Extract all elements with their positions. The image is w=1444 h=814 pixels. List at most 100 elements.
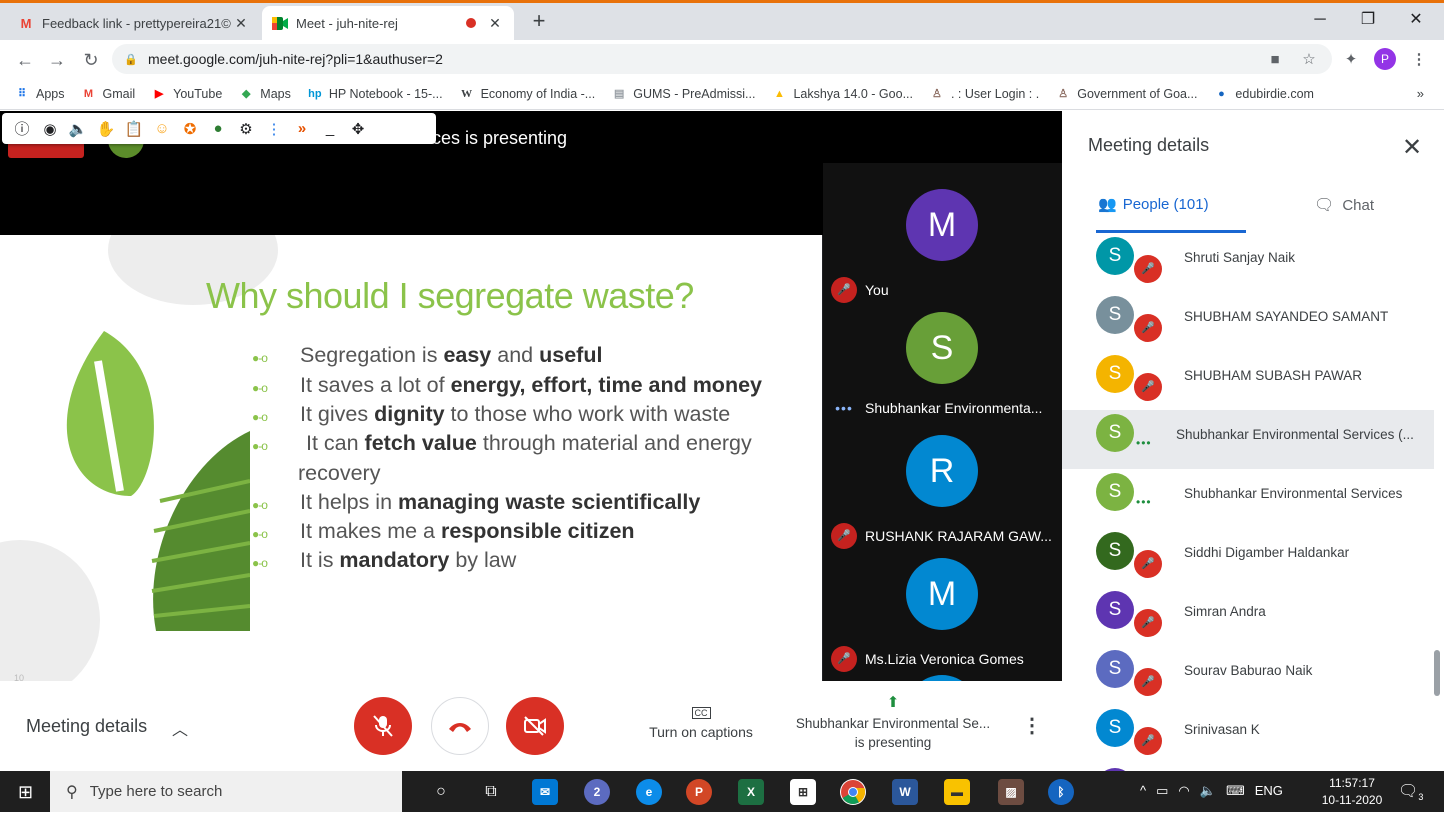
excel-icon[interactable]: X bbox=[738, 779, 764, 805]
present-button[interactable]: ⬆ Shubhankar Environmental Se... is pres… bbox=[782, 693, 1004, 752]
participant-row[interactable]: S ••• Shubhankar Environmental Services (.… bbox=[1062, 410, 1434, 469]
participant-row[interactable]: S ••• Shubhankar Environmental Services bbox=[1062, 469, 1434, 528]
close-tab-icon[interactable]: ✕ bbox=[232, 15, 250, 32]
emoji-icon[interactable]: ☺ bbox=[148, 120, 176, 137]
bookmark-maps[interactable]: ◆ Maps bbox=[238, 86, 291, 102]
bullet-text: It gives bbox=[300, 402, 375, 426]
close-window-button[interactable]: ✕ bbox=[1396, 8, 1436, 32]
clipboard-icon[interactable]: 📋 bbox=[120, 120, 148, 138]
more-vert-icon[interactable]: ⋮ bbox=[260, 120, 288, 138]
edge-icon[interactable]: e bbox=[636, 779, 662, 805]
mic-toggle-button[interactable] bbox=[354, 697, 412, 755]
tab-chat[interactable]: 🗨 Chat bbox=[1314, 195, 1374, 215]
chat-bubble-icon[interactable]: ● bbox=[204, 120, 232, 137]
keyboard-icon[interactable]: ⌨ bbox=[1226, 783, 1245, 799]
gear-icon[interactable]: ⚙ bbox=[232, 120, 260, 138]
powerpoint-icon[interactable]: P bbox=[686, 779, 712, 805]
photo-app-icon[interactable]: ▨ bbox=[998, 779, 1024, 805]
battery-icon[interactable]: ▭ bbox=[1156, 783, 1168, 799]
participant-tile[interactable]: R 🎤 RUSHANK RAJARAM GAW... bbox=[823, 433, 1062, 556]
wifi-icon[interactable]: ◠ bbox=[1178, 783, 1189, 799]
address-bar[interactable]: 🔒 meet.google.com/juh-nite-rej?pli=1&aut… bbox=[112, 44, 1332, 74]
panel-title: Meeting details bbox=[1088, 135, 1210, 155]
bookmark-user-login[interactable]: ♙. : User Login : . bbox=[929, 86, 1039, 102]
forward-icon[interactable]: → bbox=[46, 49, 68, 71]
bookmark-youtube[interactable]: ▶ YouTube bbox=[151, 86, 222, 102]
volume-icon[interactable]: 🔈 bbox=[1200, 783, 1216, 799]
badge-icon[interactable]: ✪ bbox=[176, 120, 204, 138]
browser-menu-icon[interactable]: ⋮ bbox=[1408, 49, 1430, 71]
chevron-up-icon[interactable]: ︿ bbox=[172, 716, 188, 740]
bookmark-goa[interactable]: ♙ Government of Goa... bbox=[1055, 86, 1197, 102]
minimize-icon[interactable]: _ bbox=[316, 120, 344, 137]
participant-row[interactable]: S 🎤 Simran Andra bbox=[1062, 587, 1434, 646]
hand-icon[interactable]: ✋ bbox=[92, 120, 120, 138]
participant-tile[interactable]: M 🎤 Ms.Lizia Veronica Gomes bbox=[823, 556, 1062, 679]
word-icon[interactable]: W bbox=[892, 779, 918, 805]
bluetooth-icon[interactable]: ᛒ bbox=[1048, 779, 1074, 805]
more-options-icon[interactable]: ⋮ bbox=[1022, 713, 1042, 738]
bullet-icon: ●-o bbox=[252, 527, 268, 541]
bookmark-gmail[interactable]: M Gmail bbox=[81, 86, 135, 102]
bookmark-gums[interactable]: ▤ GUMS - PreAdmissi... bbox=[611, 86, 755, 102]
close-panel-icon[interactable]: ✕ bbox=[1402, 133, 1422, 162]
slide-bullet: ●-o It helps in managing waste scientific… bbox=[252, 490, 700, 515]
extensions-icon[interactable]: ✦ bbox=[1340, 49, 1362, 71]
leave-call-button[interactable] bbox=[431, 697, 489, 755]
eye-icon[interactable]: ◉ bbox=[36, 120, 64, 138]
slide-number: 10 bbox=[14, 673, 25, 681]
participant-row[interactable]: S 🎤 Sourav Baburao Naik bbox=[1062, 646, 1434, 705]
move-icon[interactable]: ✥ bbox=[344, 120, 372, 138]
file-explorer-icon[interactable]: ▬ bbox=[944, 779, 970, 805]
bookmark-lakshya[interactable]: ▲ Lakshya 14.0 - Goo... bbox=[771, 86, 913, 102]
info-icon[interactable]: ⓘ bbox=[8, 118, 36, 139]
expand-icon[interactable]: » bbox=[288, 120, 316, 137]
restore-window-button[interactable]: ❐ bbox=[1348, 8, 1388, 32]
participant-name: Shubhankar Environmenta... bbox=[865, 400, 1043, 416]
bookmark-hp[interactable]: hp HP Notebook - 15-... bbox=[307, 86, 442, 102]
participant-row[interactable]: S 🎤 SHUBHAM SAYANDEO SAMANT bbox=[1062, 292, 1434, 351]
bookmark-wikipedia[interactable]: W Economy of India -... bbox=[459, 86, 595, 102]
captions-button[interactable]: CC Turn on captions bbox=[646, 703, 756, 740]
panel-scrollbar[interactable] bbox=[1434, 650, 1440, 696]
youtube-icon: ▶ bbox=[154, 88, 164, 100]
close-tab-icon[interactable]: ✕ bbox=[486, 15, 504, 32]
participant-row[interactable]: S 🎤 Shruti Sanjay Naik bbox=[1062, 233, 1434, 292]
taskbar-clock[interactable]: 11:57:17 10-11-2020 bbox=[1316, 775, 1388, 809]
bookmarks-overflow-icon[interactable]: » bbox=[1417, 86, 1424, 101]
notifications-icon[interactable]: 🗨3 bbox=[1398, 781, 1423, 802]
tab-meet[interactable]: Meet - juh-nite-rej ✕ bbox=[262, 6, 514, 40]
minimize-window-button[interactable]: ─ bbox=[1300, 8, 1340, 32]
bullet-icon: ●-o bbox=[252, 381, 268, 395]
tab-people[interactable]: 👥 People (101) bbox=[1098, 195, 1209, 214]
cortana-icon[interactable]: ○ bbox=[428, 779, 454, 805]
participant-tile[interactable]: M 🎤 You bbox=[823, 187, 1062, 310]
windows-start-icon[interactable]: ⊞ bbox=[18, 782, 33, 803]
mail-icon[interactable]: ✉ bbox=[532, 779, 558, 805]
new-tab-button[interactable]: + bbox=[526, 8, 552, 34]
taskbar-search[interactable]: ⚲ Type here to search bbox=[50, 771, 402, 812]
tab-feedback[interactable]: M Feedback link - prettypereira21© ✕ bbox=[8, 6, 260, 40]
language-indicator[interactable]: ENG bbox=[1255, 783, 1283, 799]
camera-toggle-button[interactable] bbox=[506, 697, 564, 755]
bookmark-edubirdie[interactable]: ● edubirdie.com bbox=[1213, 86, 1314, 102]
star-icon[interactable]: ☆ bbox=[1298, 49, 1320, 71]
back-icon[interactable]: ← bbox=[14, 49, 36, 71]
chrome-icon[interactable] bbox=[840, 779, 866, 805]
present-screen-icon: ⬆ bbox=[886, 694, 900, 711]
bookmark-apps[interactable]: ⠿ Apps bbox=[14, 86, 65, 102]
profile-avatar[interactable]: P bbox=[1374, 48, 1396, 70]
participant-name: Ms.Lizia Veronica Gomes bbox=[865, 651, 1024, 667]
reload-icon[interactable]: ↻ bbox=[80, 49, 102, 71]
participant-row[interactable]: S 🎤 Siddhi Digamber Haldankar bbox=[1062, 528, 1434, 587]
meeting-details-button[interactable]: Meeting details bbox=[26, 716, 147, 737]
camera-icon[interactable]: ■ bbox=[1264, 49, 1286, 71]
participant-tile[interactable]: S ••• Shubhankar Environmenta... bbox=[823, 310, 1062, 433]
chevron-up-icon[interactable]: ^ bbox=[1140, 783, 1146, 799]
speaker-icon[interactable]: 🔈 bbox=[64, 120, 92, 138]
task-view-icon[interactable]: ⧉ bbox=[478, 779, 504, 805]
app-icon[interactable]: 2 bbox=[584, 779, 610, 805]
participant-row[interactable]: S 🎤 SHUBHAM SUBASH PAWAR bbox=[1062, 351, 1434, 410]
participant-row[interactable]: S 🎤 Srinivasan K bbox=[1062, 705, 1434, 764]
store-icon[interactable]: ⊞ bbox=[790, 779, 816, 805]
